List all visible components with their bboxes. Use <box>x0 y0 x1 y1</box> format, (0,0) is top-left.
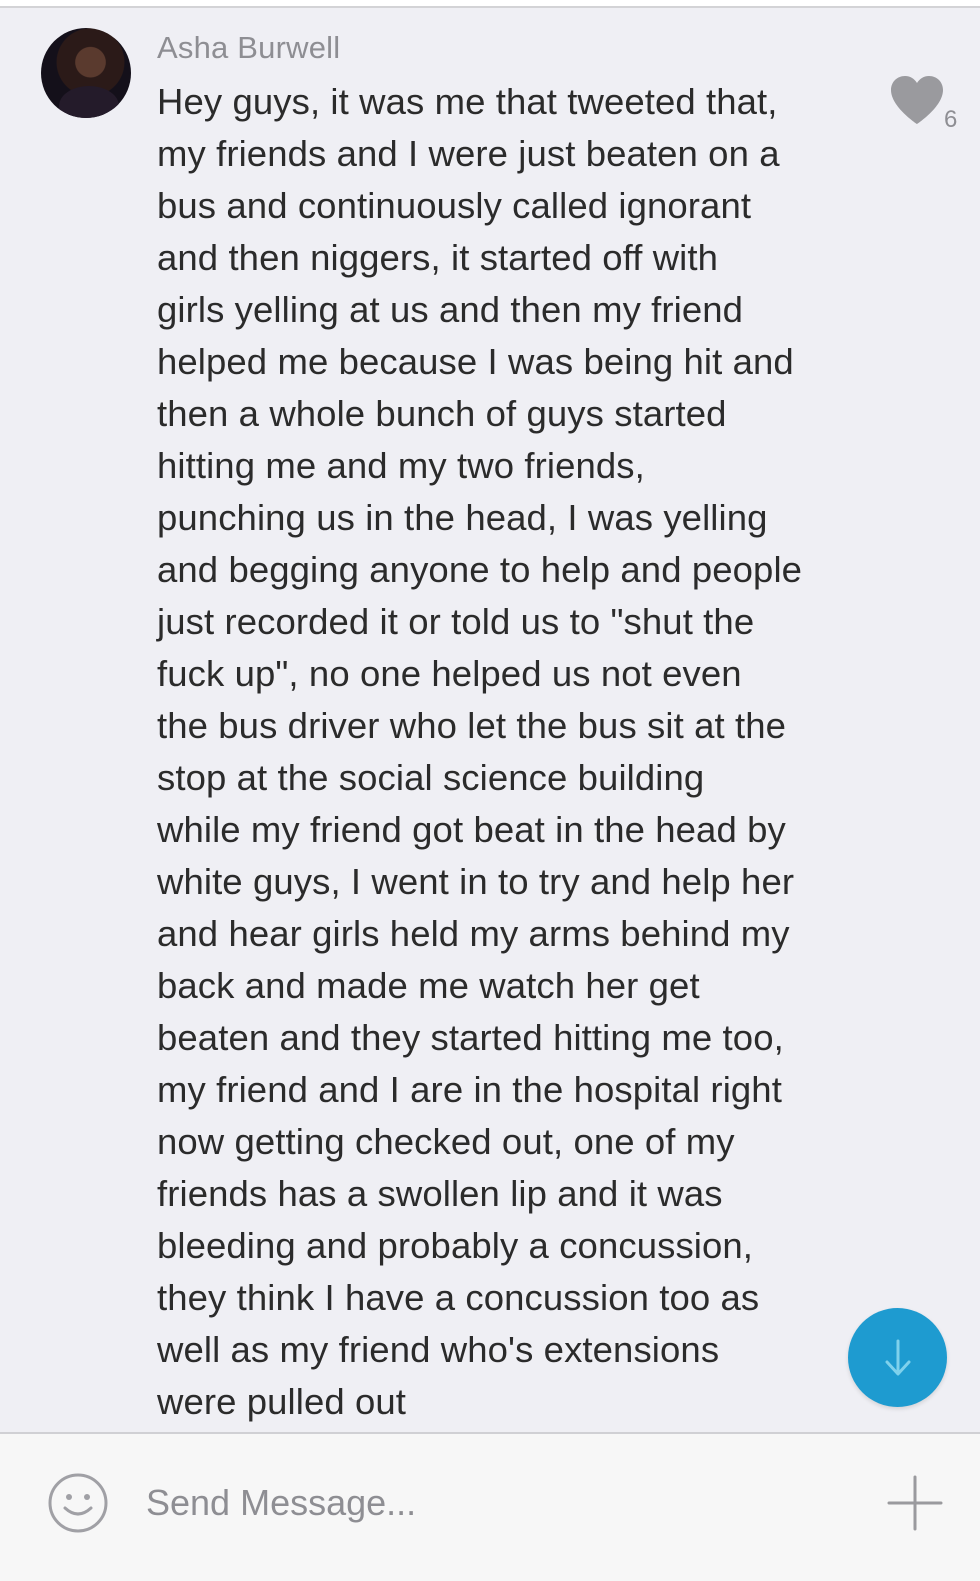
top-divider <box>0 0 980 8</box>
message-input[interactable] <box>130 1472 866 1534</box>
message-row: Asha Burwell Hey guys, it was me that tw… <box>0 8 980 1436</box>
heart-icon[interactable] <box>888 74 946 126</box>
scroll-to-bottom-button[interactable] <box>848 1308 947 1407</box>
smiley-icon[interactable] <box>47 1472 109 1534</box>
message-composer <box>0 1432 980 1581</box>
like-count: 6 <box>944 106 958 133</box>
plus-icon[interactable] <box>886 1474 944 1532</box>
chat-screen: Asha Burwell Hey guys, it was me that tw… <box>0 0 980 1581</box>
message-text: Hey guys, it was me that tweeted that, m… <box>157 81 803 1422</box>
avatar[interactable] <box>41 28 131 118</box>
like-button[interactable]: 6 <box>888 74 968 144</box>
arrow-down-icon <box>885 1339 911 1376</box>
sender-name: Asha Burwell <box>157 30 341 65</box>
